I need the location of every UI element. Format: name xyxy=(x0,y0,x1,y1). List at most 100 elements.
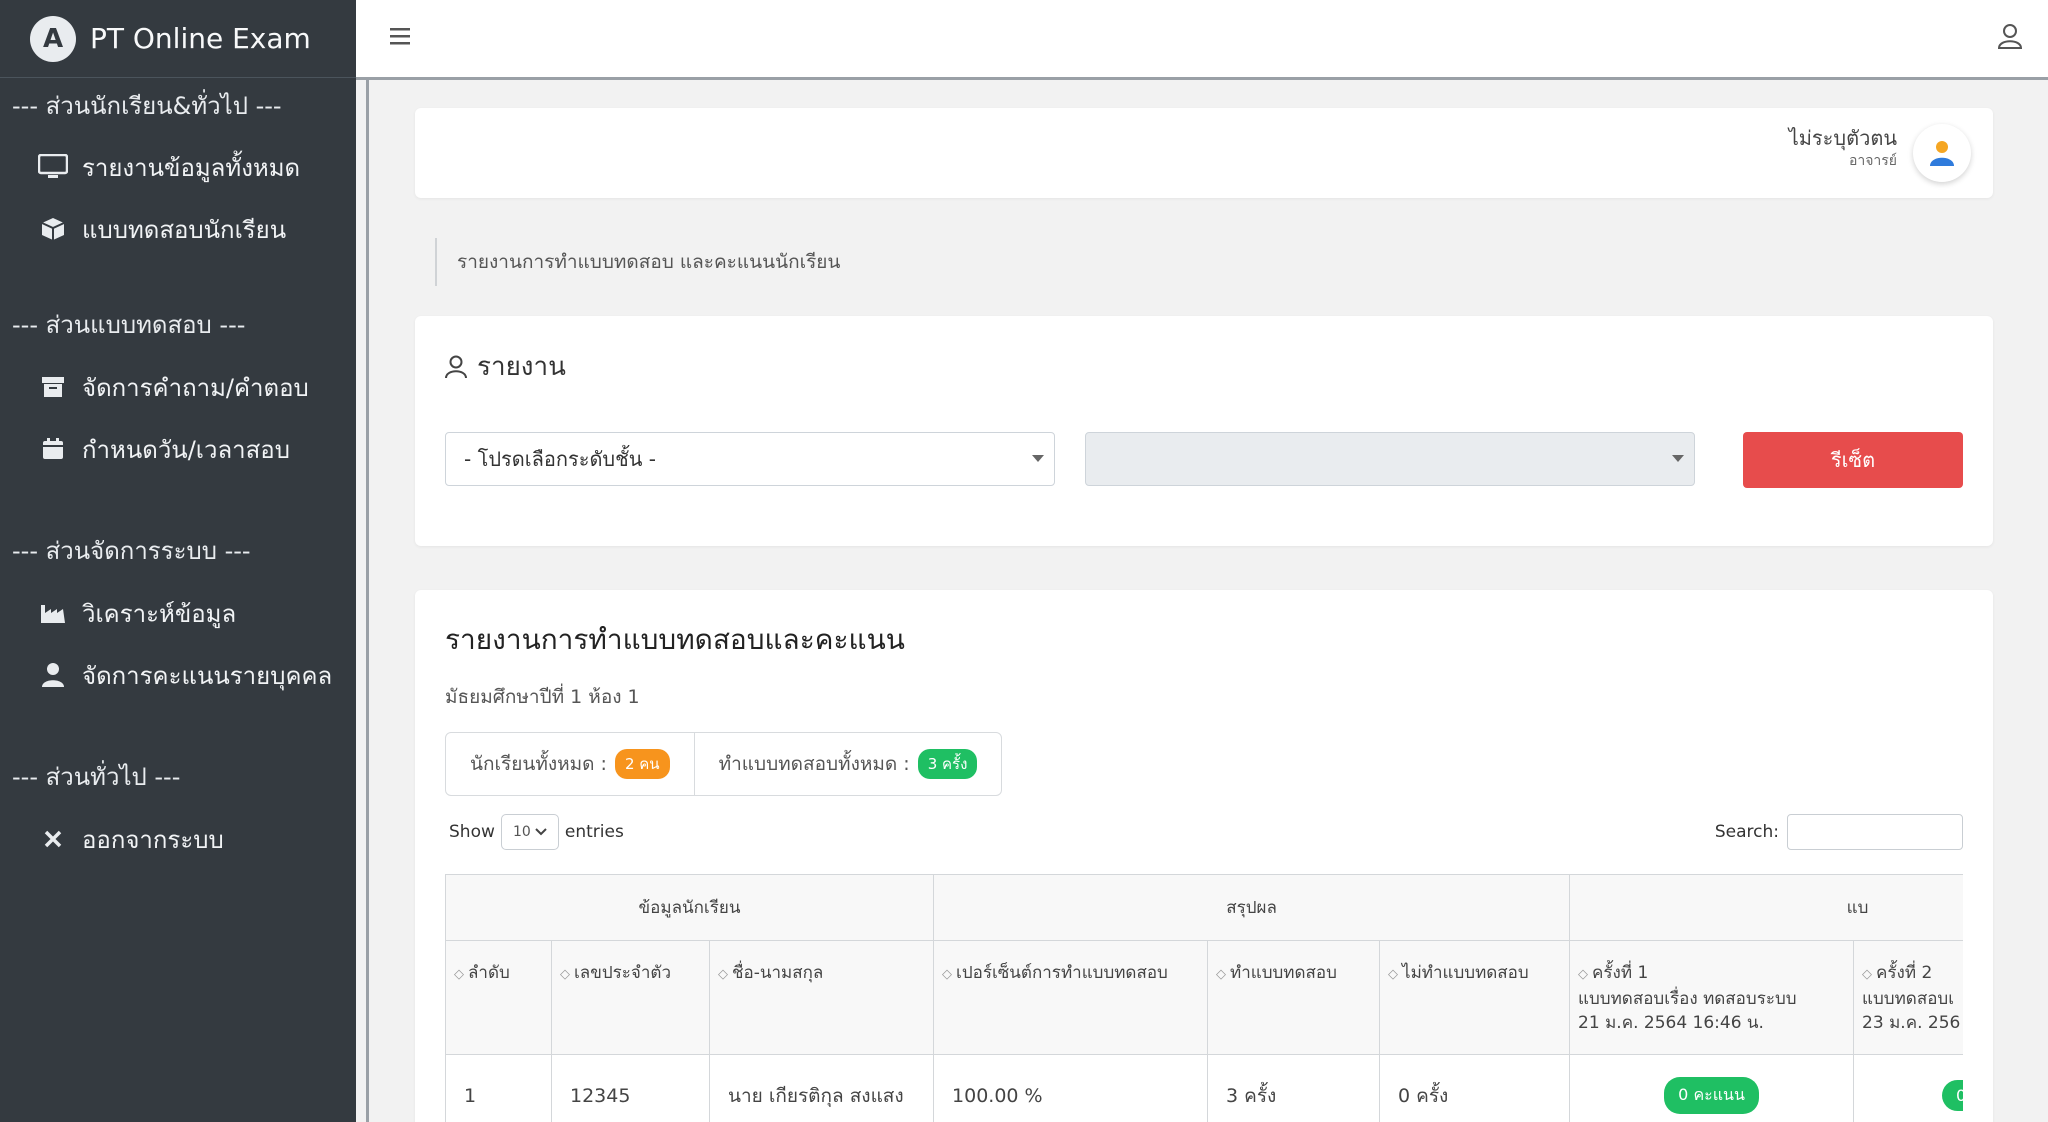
results-table-wrap[interactable]: ข้อมูลนักเรียน สรุปผล แบ ◇ ลำดับ ◇ เลขประจ… xyxy=(445,874,1963,1122)
user-outline-icon xyxy=(445,355,467,378)
group-header: สรุปผล xyxy=(933,874,1571,941)
table-column-header: ◇ ลำดับ ◇ เลขประจำตัว ◇ ชื่อ-นามสกุล ◇ เปอร์… xyxy=(445,940,1963,1055)
report-title-text: รายงาน xyxy=(477,352,566,382)
table-group-header: ข้อมูลนักเรียน สรุปผล แบ xyxy=(445,874,1963,941)
attempt-label: ครั้งที่ 2 xyxy=(1876,963,1933,983)
table-row: 1 12345 นาย เกียรติกุล สงแสง 100.00 % 3 … xyxy=(445,1054,1963,1122)
report-filter-card: รายงาน - โปรดเลือกระดับชั้น - รีเซ็ต xyxy=(415,316,1993,546)
sort-icon: ◇ xyxy=(1216,967,1227,982)
results-subtitle: มัธยมศึกษาปีที่ 1 ห้อง 1 xyxy=(445,686,640,708)
section-label-student: --- ส่วนนักเรียน&ทั่วไป --- xyxy=(12,91,282,120)
section-label-general: --- ส่วนทั่วไป --- xyxy=(12,762,181,791)
search-label: Search: xyxy=(1714,822,1779,842)
stats-bar: นักเรียนทั้งหมด : 2 คน ทำแบบทดสอบทั้งหมด… xyxy=(445,732,1003,796)
stat-tests-label: ทำแบบทดสอบทั้งหมด : xyxy=(718,753,910,775)
attempt-test-name: แบบทดสอบเ xyxy=(1862,989,1955,1009)
brand[interactable]: A PT Online Exam xyxy=(0,0,356,78)
main-content: ไม่ระบุตัวตน อาจารย์ รายงานการทำแบบทดสอบ… xyxy=(366,80,2038,1122)
column-header-label: ทำแบบทดสอบ xyxy=(1230,963,1337,983)
column-header-not-done[interactable]: ◇ ไม่ทำแบบทดสอบ xyxy=(1379,940,1571,1055)
group-header: แบ xyxy=(1569,874,1963,941)
results-title: รายงานการทำแบบทดสอบและคะแนน xyxy=(445,623,905,656)
sidebar-item-logout[interactable]: ออกจากระบบ xyxy=(0,808,356,870)
cell-not-done: 0 ครั้ง xyxy=(1379,1054,1571,1122)
score-badge[interactable]: 0 คะแนน xyxy=(1664,1077,1759,1114)
cell-score-2: 0 xyxy=(1853,1054,1963,1122)
chevron-down-icon xyxy=(535,828,547,836)
stat-students: นักเรียนทั้งหมด : 2 คน xyxy=(446,733,694,795)
column-header-no[interactable]: ◇ ลำดับ xyxy=(445,940,552,1055)
status-badge: 3 ครั้ง xyxy=(917,749,978,779)
stat-students-label: นักเรียนทั้งหมด : xyxy=(470,753,607,775)
section-label-test: --- ส่วนแบบทดสอบ --- xyxy=(12,310,246,339)
column-header-attempt-1[interactable]: ◇ ครั้งที่ 1 แบบทดสอบเรื่อง ทดสอบระบบ 21 … xyxy=(1569,940,1855,1055)
score-badge[interactable]: 0 xyxy=(1942,1080,1963,1111)
cell-score-1: 0 คะแนน xyxy=(1569,1054,1855,1122)
breadcrumb: รายงานการทำแบบทดสอบ และคะแนนนักเรียน xyxy=(435,238,840,286)
profile-name: ไม่ระบุตัวตน xyxy=(1788,126,1897,150)
column-header-label: ชื่อ-นามสกุล xyxy=(732,963,824,983)
search-input[interactable] xyxy=(1787,814,1963,850)
level-select-value: - โปรดเลือกระดับชั้น - xyxy=(464,447,656,471)
attempt-date: 23 ม.ค. 256 xyxy=(1862,1013,1961,1033)
results-table: ข้อมูลนักเรียน สรุปผล แบ ◇ ลำดับ ◇ เลขประจ… xyxy=(445,874,1963,1122)
sidebar-item-label: ออกจากระบบ xyxy=(82,825,224,854)
entries-select-value: 10 xyxy=(512,824,531,840)
column-header-label: เปอร์เซ็นต์การทำแบบทดสอบ xyxy=(956,963,1168,983)
sidebar-item-label: จัดการคำถาม/คำตอบ xyxy=(82,373,309,402)
column-header-label: ไม่ทำแบบทดสอบ xyxy=(1402,963,1529,983)
sidebar-item-student-test[interactable]: แบบทดสอบนักเรียน xyxy=(0,198,356,260)
app-logo-icon: A xyxy=(30,15,76,62)
entries-length: Show 10 entries xyxy=(449,814,624,850)
results-card: รายงานการทำแบบทดสอบและคะแนน มัธยมศึกษาปี… xyxy=(415,590,1993,1122)
column-header-label: เลขประจำตัว xyxy=(574,963,671,983)
room-select[interactable] xyxy=(1085,432,1695,486)
sidebar-item-label: รายงานข้อมูลทั้งหมด xyxy=(82,153,301,182)
sidebar-item-label: จัดการคะแนนรายบุคคล xyxy=(82,661,333,690)
cell-id: 12345 xyxy=(551,1054,710,1122)
column-header-done[interactable]: ◇ ทำแบบทดสอบ xyxy=(1207,940,1381,1055)
sidebar-item-manage-questions[interactable]: จัดการคำถาม/คำตอบ xyxy=(0,356,356,418)
attempt-date: 21 ม.ค. 2564 16:46 น. xyxy=(1578,1013,1764,1033)
sort-icon: ◇ xyxy=(560,967,570,982)
sort-icon: ◇ xyxy=(1862,967,1873,982)
report-title: รายงาน xyxy=(445,346,566,387)
section-label-system: --- ส่วนจัดการระบบ --- xyxy=(12,536,251,565)
column-header-id[interactable]: ◇ เลขประจำตัว xyxy=(551,940,710,1055)
chevron-down-icon xyxy=(1032,455,1044,462)
avatar[interactable] xyxy=(1913,124,1971,182)
sort-icon: ◇ xyxy=(1578,967,1589,982)
topbar xyxy=(356,0,2048,80)
sidebar-item-manage-scores[interactable]: จัดการคะแนนรายบุคคล xyxy=(0,644,356,706)
sidebar-item-label: วิเคราะห์ข้อมูล xyxy=(82,599,237,628)
cell-done: 3 ครั้ง xyxy=(1207,1054,1381,1122)
app-title: PT Online Exam xyxy=(90,22,311,55)
sort-icon: ◇ xyxy=(718,967,728,982)
hamburger-menu-icon[interactable] xyxy=(388,24,412,48)
column-header-name[interactable]: ◇ ชื่อ-นามสกุล xyxy=(708,940,935,1055)
sidebar: A PT Online Exam --- ส่วนนักเรียน&ทั่วไป… xyxy=(0,0,356,1122)
user-account-icon[interactable] xyxy=(1996,22,2024,50)
sidebar-item-report-all[interactable]: รายงานข้อมูลทั้งหมด xyxy=(0,136,356,198)
industry-icon xyxy=(38,598,68,628)
chevron-down-icon xyxy=(1672,455,1684,462)
stat-tests: ทำแบบทดสอบทั้งหมด : 3 ครั้ง xyxy=(693,733,1002,795)
user-icon xyxy=(38,660,68,690)
entries-select[interactable]: 10 xyxy=(500,814,559,850)
sidebar-item-schedule[interactable]: กำหนดวัน/เวลาสอบ xyxy=(0,418,356,480)
box-icon xyxy=(38,214,68,244)
column-header-label: ลำดับ xyxy=(468,963,510,983)
calendar-icon xyxy=(38,434,68,464)
column-header-percent[interactable]: ◇ เปอร์เซ็นต์การทำแบบทดสอบ xyxy=(933,940,1209,1055)
attempt-test-name: แบบทดสอบเรื่อง ทดสอบระบบ xyxy=(1578,989,1797,1009)
level-select[interactable]: - โปรดเลือกระดับชั้น - xyxy=(445,432,1055,486)
sidebar-item-analyze[interactable]: วิเคราะห์ข้อมูล xyxy=(0,582,356,644)
sidebar-item-label: กำหนดวัน/เวลาสอบ xyxy=(82,435,290,464)
table-search: Search: xyxy=(1715,814,1963,850)
sidebar-item-label: แบบทดสอบนักเรียน xyxy=(82,215,287,244)
status-badge: 2 คน xyxy=(614,749,670,779)
close-icon xyxy=(38,824,68,854)
column-header-attempt-2[interactable]: ◇ ครั้งที่ 2 แบบทดสอบเ 23 ม.ค. 256 xyxy=(1853,940,1963,1055)
reset-button[interactable]: รีเซ็ต xyxy=(1743,432,1963,488)
archive-icon xyxy=(38,372,68,402)
